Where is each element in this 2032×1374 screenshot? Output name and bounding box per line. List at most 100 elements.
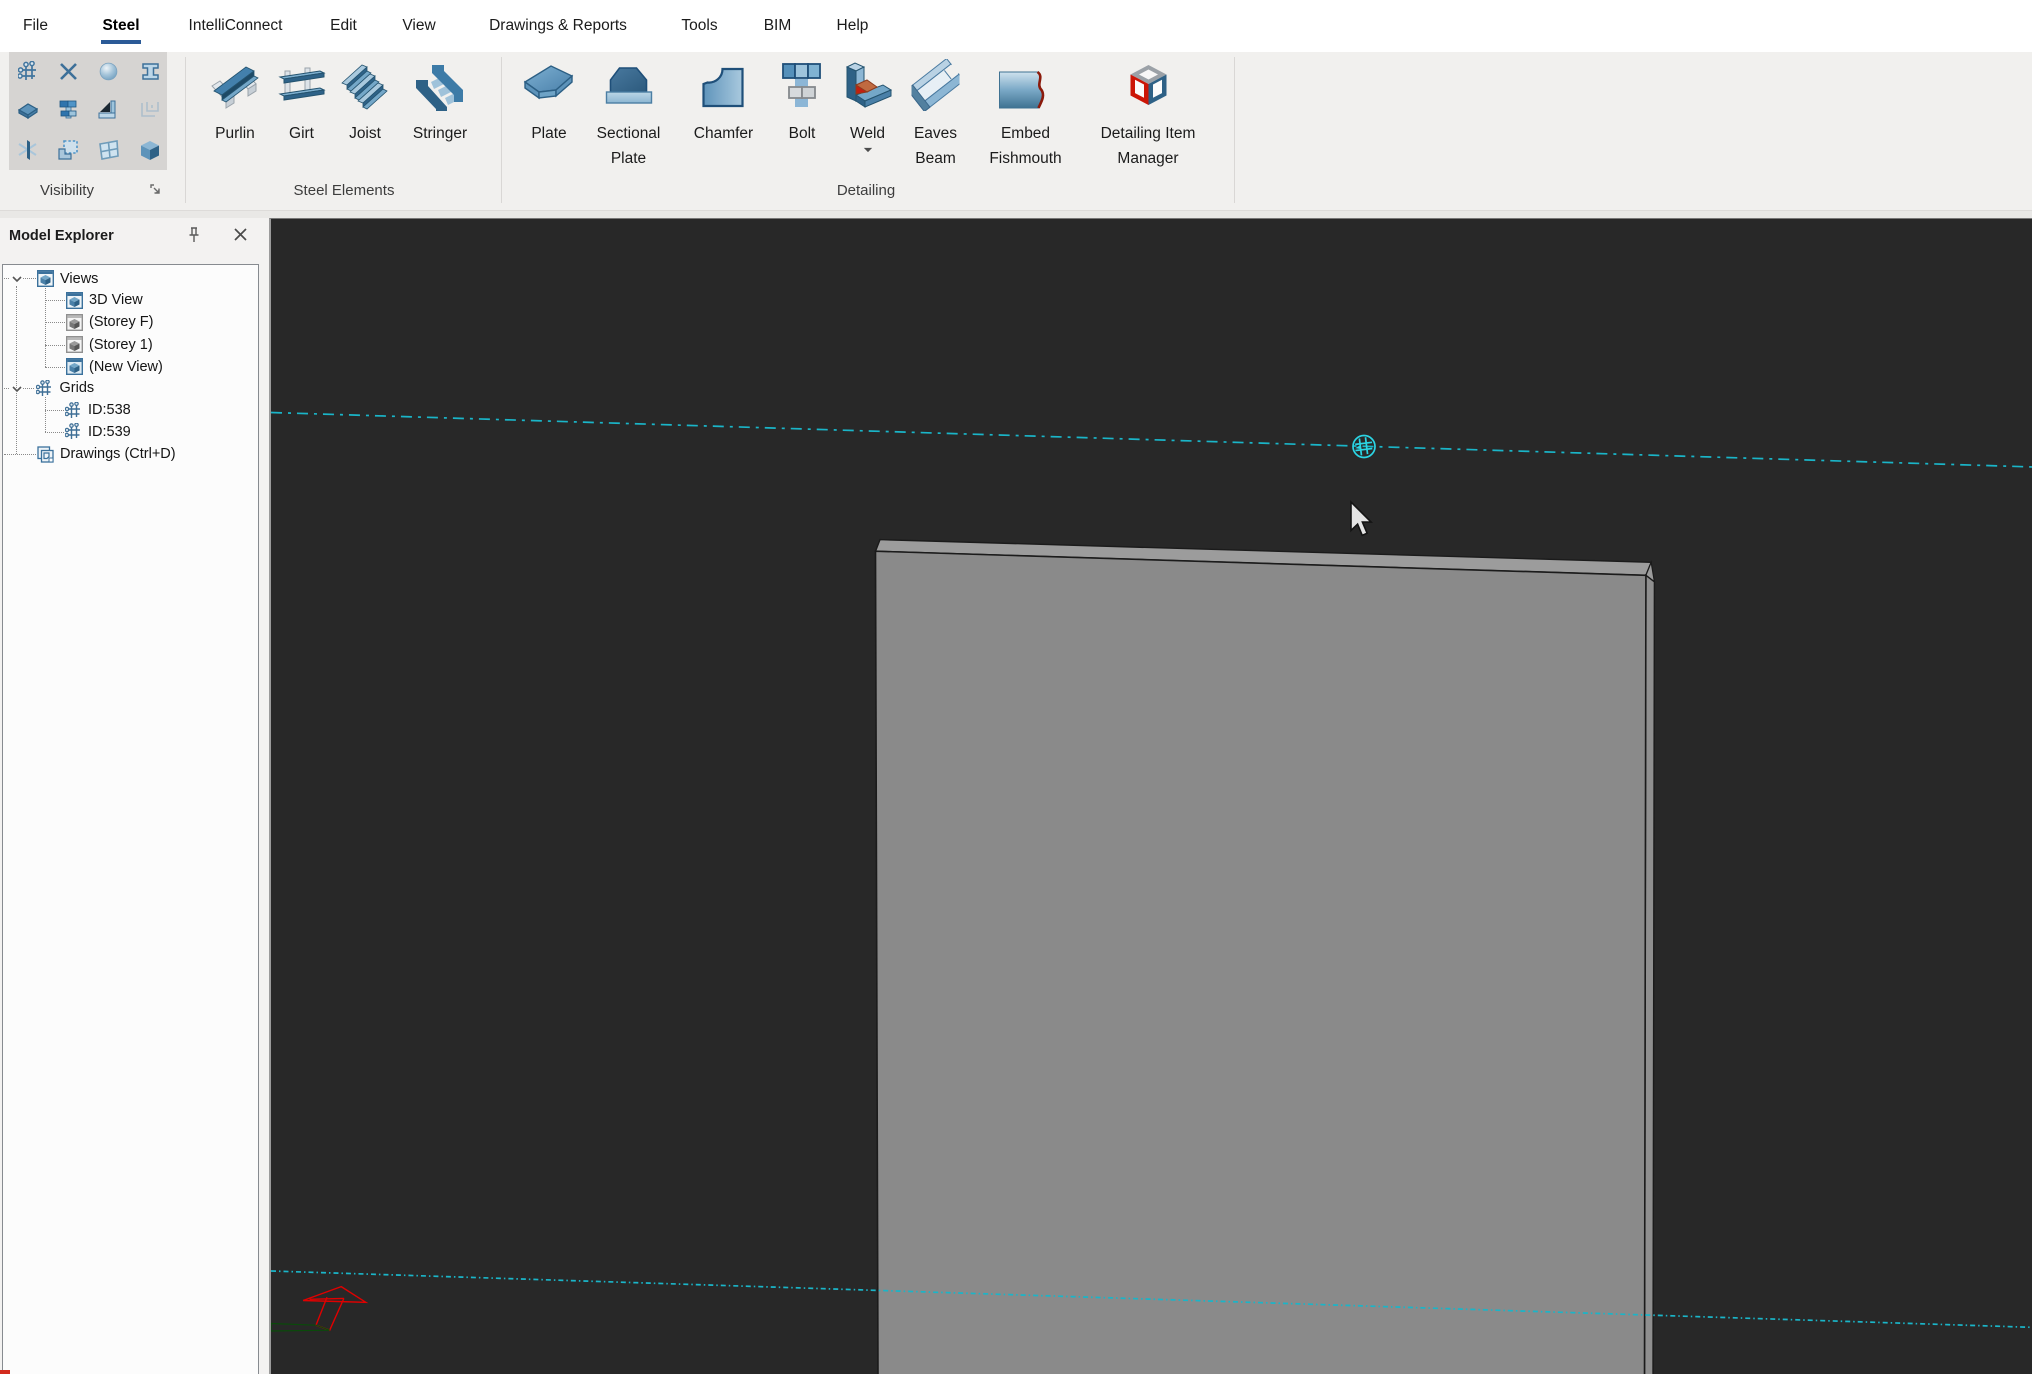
grid-icon (65, 423, 82, 440)
menu-bim[interactable]: BIM (764, 0, 792, 52)
ribbon-button-label: Bolt (777, 121, 827, 146)
pin-icon[interactable] (186, 226, 202, 244)
visibility-icon-panel (9, 52, 167, 170)
ribbon-button-label: Weld (843, 121, 893, 146)
ribbon-bottom-strip (0, 210, 2032, 218)
ribbon-button-chamfer[interactable]: Chamfer (686, 52, 761, 146)
tree-connector (45, 345, 65, 346)
cross-icon[interactable] (56, 59, 80, 83)
window-grid-icon[interactable] (96, 138, 120, 162)
tree-item-3d-view[interactable]: 3D View (66, 289, 143, 311)
view-icon-gray (66, 336, 83, 353)
bolt-icon-large (781, 61, 823, 111)
viewport-3d[interactable] (269, 218, 2032, 1374)
ribbon-button-label: Embed Fishmouth (983, 121, 1068, 171)
axes-plane-icon[interactable] (16, 138, 40, 162)
ribbon-button-label: Plate (524, 121, 574, 146)
tree-item-storey-1[interactable]: (Storey 1) (66, 334, 153, 356)
close-icon[interactable] (233, 227, 248, 242)
ribbon-button-label: Chamfer (686, 121, 761, 146)
tree-connector (45, 300, 65, 301)
tree-connector (23, 278, 36, 279)
group-label-steel-elements: Steel Elements (294, 182, 395, 199)
group-label-detailing: Detailing (837, 182, 895, 199)
tree-item-grids[interactable]: Grids (36, 377, 95, 399)
sectional-plate-icon (604, 61, 654, 111)
tree-item-new-view[interactable]: (New View) (66, 356, 163, 378)
ribbon-button-bolt[interactable]: Bolt (777, 52, 827, 146)
tree-item-id538[interactable]: ID:538 (65, 399, 131, 421)
expander-chevron[interactable] (11, 275, 23, 283)
ribbon: Visibility Steel Elements Detailing (0, 52, 2032, 210)
model-explorer-panel: Model Explorer (0, 218, 269, 1374)
grid-icon (65, 402, 82, 419)
tree-item-label: ID:538 (88, 402, 131, 418)
dialog-launcher-icon[interactable] (150, 184, 163, 197)
angle-icon[interactable] (96, 98, 120, 122)
ribbon-button-eaves-beam[interactable]: Eaves Beam (908, 52, 963, 171)
mouse-cursor (1351, 502, 1371, 535)
ribbon-button-label: Girt (277, 121, 327, 146)
ibeam-icon[interactable] (138, 59, 162, 83)
ribbon-button-embed-fishmouth[interactable]: Embed Fishmouth (983, 52, 1068, 171)
active-tab-underline (101, 40, 141, 44)
panel-title: Model Explorer (9, 228, 114, 244)
tree-item-label: Drawings (Ctrl+D) (60, 446, 176, 462)
ribbon-button-plate[interactable]: Plate (523, 52, 575, 146)
plate-icon[interactable] (16, 98, 40, 122)
tree-item-id539[interactable]: ID:539 (65, 421, 131, 443)
ribbon-button-sectional-plate[interactable]: Sectional Plate (591, 52, 666, 171)
selection-box-icon[interactable] (56, 138, 80, 162)
menu-view[interactable]: View (402, 0, 435, 52)
plate-3d[interactable] (876, 540, 1655, 1374)
bolt-icon[interactable] (56, 98, 80, 122)
menu-intelliconnect[interactable]: IntelliConnect (189, 0, 283, 52)
group-separator (1234, 57, 1235, 203)
tree-item-label: (Storey F) (89, 314, 153, 330)
corner-red-chip (0, 1370, 10, 1374)
ribbon-button-detailing-item-manager[interactable]: Detailing Item Manager (1096, 52, 1201, 171)
tree-connector (23, 388, 34, 389)
chamfer-icon (702, 61, 746, 111)
grid-icon (36, 380, 53, 397)
expander-chevron[interactable] (11, 385, 23, 393)
grid-axes-icon[interactable] (16, 59, 40, 83)
tree-connector (45, 322, 65, 323)
tree-item-label: (Storey 1) (89, 337, 153, 353)
sphere-icon[interactable] (96, 59, 120, 83)
weld-dropdown-arrow[interactable] (863, 147, 873, 153)
ribbon-button-purlin[interactable]: Purlin (205, 52, 265, 146)
view-icon (37, 270, 54, 287)
menu-file[interactable]: File (23, 0, 48, 52)
menu-help[interactable]: Help (837, 0, 869, 52)
purlin-icon (210, 61, 260, 111)
menu-drawings-reports[interactable]: Drawings & Reports (489, 0, 627, 52)
ribbon-button-label: Sectional Plate (591, 121, 666, 171)
tree-connector (45, 432, 64, 433)
menu-edit[interactable]: Edit (330, 0, 357, 52)
ribbon-button-joist[interactable]: Joist (340, 52, 390, 146)
ribbon-button-girt[interactable]: Girt (277, 52, 327, 146)
menu-tools[interactable]: Tools (681, 0, 717, 52)
ribbon-button-label: Stringer (405, 121, 475, 146)
channel-icon[interactable] (138, 98, 162, 122)
model-tree: Views 3D View (Storey F) (2, 264, 259, 1374)
menu-steel[interactable]: Steel (102, 0, 139, 52)
embed-fishmouth-icon (998, 61, 1054, 111)
ribbon-button-weld[interactable]: Weld (843, 52, 893, 153)
view-icon-gray (66, 314, 83, 331)
tree-item-storey-f[interactable]: (Storey F) (66, 311, 153, 333)
group-label-visibility: Visibility (40, 182, 94, 199)
ribbon-button-label: Detailing Item Manager (1096, 121, 1201, 171)
tree-item-drawings[interactable]: Drawings (Ctrl+D) (37, 443, 176, 465)
tree-item-views[interactable]: Views (37, 268, 98, 290)
ribbon-button-stringer[interactable]: Stringer (405, 52, 475, 146)
joist-icon (340, 61, 390, 111)
tree-item-label: Grids (60, 380, 95, 396)
tree-connector (4, 278, 9, 279)
tree-connector (45, 397, 46, 432)
ucs-arrow (271, 1287, 366, 1331)
tree-connector (4, 454, 36, 455)
cube-icon[interactable] (138, 138, 162, 162)
tree-connector (45, 410, 64, 411)
